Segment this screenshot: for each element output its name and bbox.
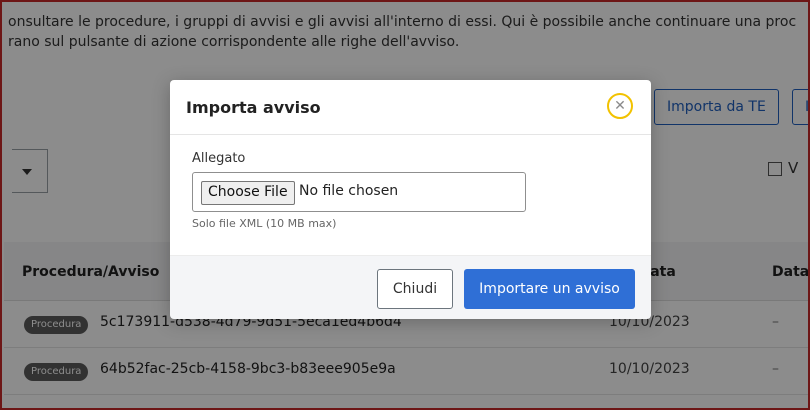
modal-title: Importa avviso — [186, 98, 321, 117]
close-icon: ✕ — [614, 98, 626, 114]
choose-file-button[interactable]: Choose File — [201, 181, 295, 205]
import-modal: Importa avviso ✕ Allegato Choose File No… — [170, 80, 651, 319]
file-status-text: No file chosen — [299, 183, 399, 199]
cancel-button[interactable]: Chiudi — [377, 269, 453, 309]
attachment-label: Allegato — [192, 151, 246, 166]
file-input[interactable]: Choose File No file chosen — [192, 172, 526, 212]
modal-body: Allegato Choose File No file chosen Solo… — [170, 135, 651, 255]
file-help-text: Solo file XML (10 MB max) — [192, 217, 337, 230]
import-submit-button[interactable]: Importare un avviso — [464, 269, 635, 309]
modal-footer: Chiudi Importare un avviso — [170, 255, 651, 319]
close-button[interactable]: ✕ — [607, 93, 633, 119]
modal-header: Importa avviso ✕ — [170, 80, 651, 135]
